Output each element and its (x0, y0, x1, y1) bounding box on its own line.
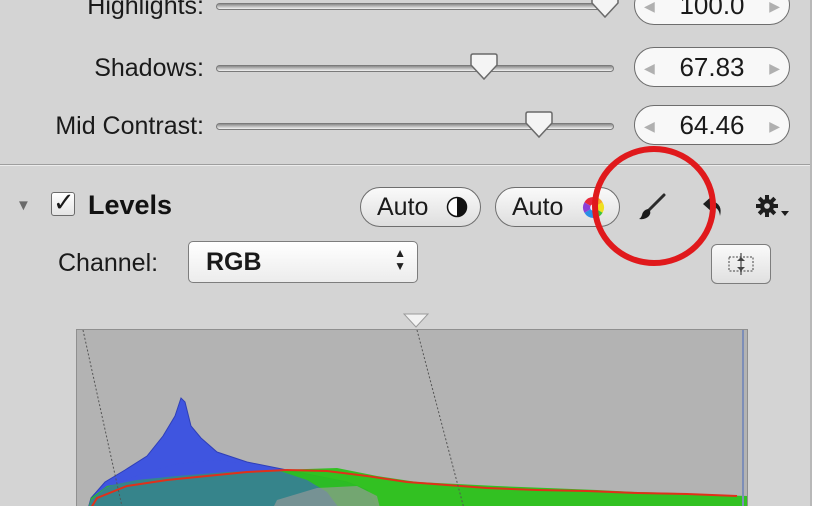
increment-arrow-icon[interactable]: ▶ (769, 116, 780, 136)
disclosure-triangle-icon[interactable]: ▼ (16, 197, 31, 214)
highlights-value-field[interactable]: ◀ 100.0 ▶ (634, 0, 790, 25)
auto-contrast-button[interactable]: Auto (360, 187, 481, 227)
highlights-row: Highlights: ◀ 100.0 ▶ (0, 0, 812, 34)
levels-histogram[interactable] (76, 329, 748, 506)
mid-contrast-slider[interactable] (216, 123, 614, 130)
levels-enable-checkbox[interactable]: ✓ (51, 187, 75, 217)
half-circle-contrast-icon (446, 196, 468, 218)
auto-color-label: Auto (512, 193, 564, 221)
increment-arrow-icon[interactable]: ▶ (769, 0, 780, 16)
mid-contrast-label: Mid Contrast: (55, 112, 204, 140)
shadows-slider[interactable] (216, 65, 614, 72)
highlights-label: Highlights: (87, 0, 204, 20)
shadows-slider-knob[interactable] (469, 53, 499, 81)
adjustments-panel: Highlights: ◀ 100.0 ▶ Shadows: ◀ 67.83 ▶… (0, 0, 812, 506)
auto-contrast-label: Auto (377, 193, 429, 221)
shadows-value: 67.83 (679, 52, 745, 82)
annotation-circle (592, 146, 716, 266)
shadows-row: Shadows: ◀ 67.83 ▶ (0, 40, 812, 96)
checkmark-icon: ✓ (53, 187, 75, 217)
gamma-marker-icon[interactable] (403, 313, 429, 329)
mid-contrast-slider-knob[interactable] (524, 111, 554, 139)
histogram-graph (77, 330, 747, 506)
channel-label: Channel: (58, 249, 159, 277)
shadows-value-field[interactable]: ◀ 67.83 ▶ (634, 47, 790, 87)
highlights-slider[interactable] (216, 3, 614, 10)
mid-contrast-value: 64.46 (679, 110, 745, 140)
updown-arrows-icon: ▲ ▼ (394, 246, 406, 273)
shadows-label: Shadows: (94, 54, 204, 82)
fit-histogram-icon (728, 253, 754, 275)
fit-histogram-button[interactable] (711, 244, 771, 284)
mid-contrast-value-field[interactable]: ◀ 64.46 ▶ (634, 105, 790, 145)
increment-arrow-icon[interactable]: ▶ (769, 58, 780, 78)
highlights-value: 100.0 (679, 0, 745, 20)
gear-menu-icon[interactable] (755, 193, 791, 221)
highlights-slider-knob[interactable] (590, 0, 620, 19)
channel-select[interactable]: RGB ▲ ▼ (188, 241, 418, 283)
channel-value: RGB (206, 248, 262, 276)
levels-title: Levels (88, 190, 173, 220)
